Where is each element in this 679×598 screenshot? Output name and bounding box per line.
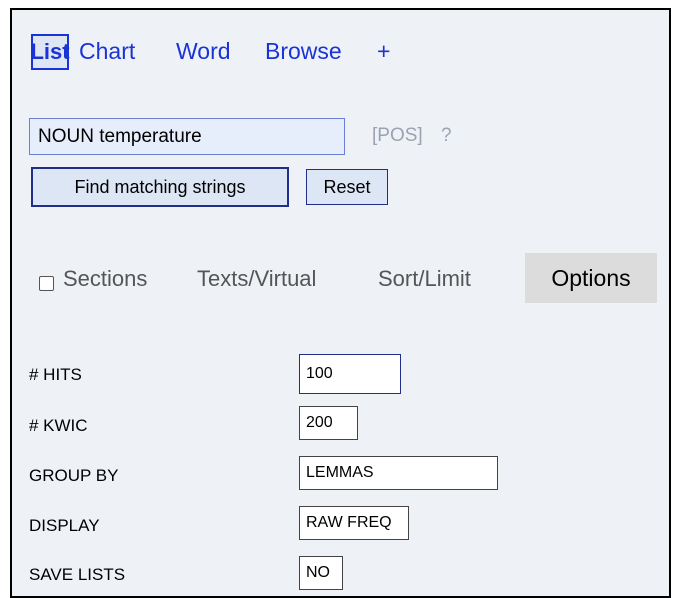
- group-by-label: GROUP BY: [29, 466, 119, 485]
- search-panel: List Chart Word Browse + [POS] ? Find ma…: [10, 8, 671, 598]
- find-matching-strings-button[interactable]: Find matching strings: [31, 167, 289, 207]
- tab-sections[interactable]: Sections: [63, 266, 147, 292]
- tab-texts-virtual[interactable]: Texts/Virtual: [197, 266, 316, 292]
- tab-options[interactable]: Options: [525, 253, 657, 303]
- tab-list[interactable]: List: [30, 34, 70, 70]
- hits-field[interactable]: 100: [299, 354, 401, 394]
- save-lists-label: SAVE LISTS: [29, 565, 126, 584]
- group-by-field[interactable]: LEMMAS: [299, 456, 498, 490]
- pos-link[interactable]: [POS]: [372, 125, 423, 147]
- save-lists-field[interactable]: NO: [299, 556, 343, 590]
- kwic-field[interactable]: 200: [299, 406, 358, 440]
- tab-add[interactable]: +: [377, 38, 390, 65]
- kwic-label: # KWIC: [29, 416, 88, 435]
- tab-chart[interactable]: Chart: [79, 38, 135, 65]
- display-field[interactable]: RAW FREQ: [299, 506, 409, 540]
- tab-sort-limit[interactable]: Sort/Limit: [378, 266, 471, 292]
- hits-label: # HITS: [29, 365, 82, 384]
- sections-checkbox[interactable]: [39, 276, 54, 291]
- tab-browse[interactable]: Browse: [265, 38, 342, 65]
- tab-word[interactable]: Word: [176, 38, 231, 65]
- reset-button[interactable]: Reset: [306, 169, 388, 205]
- search-input[interactable]: [29, 118, 345, 155]
- help-icon[interactable]: ?: [441, 125, 452, 147]
- display-label: DISPLAY: [29, 516, 100, 535]
